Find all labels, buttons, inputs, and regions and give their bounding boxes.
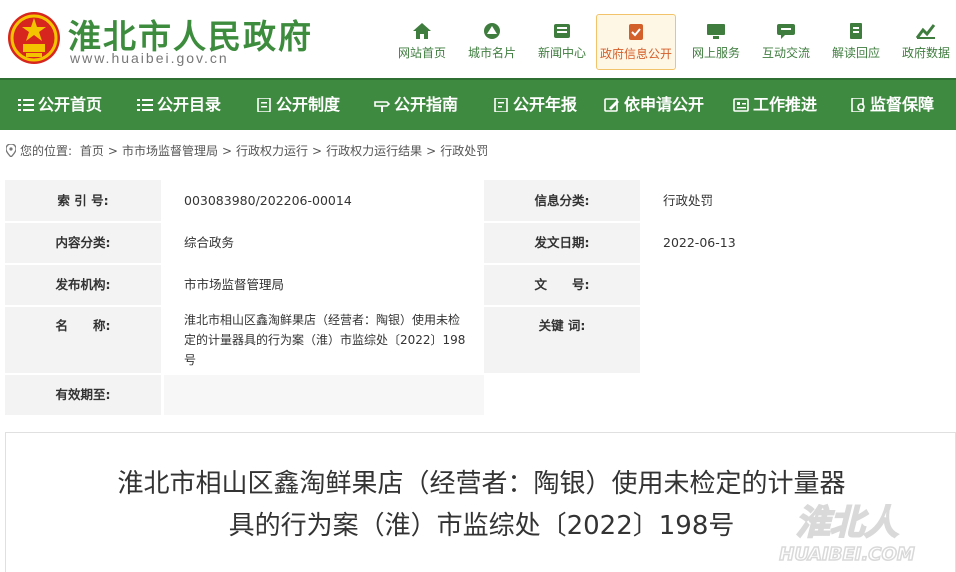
breadcrumb-item-power[interactable]: 行政权力运行	[236, 144, 308, 158]
index-value: 003083980/202206-00014	[164, 180, 484, 221]
main-nav: 公开首页 公开目录 公开制度 公开指南 公开年报 依申请公开 工作推进 监督保障	[0, 78, 956, 130]
mainnav-label: 公开指南	[394, 95, 459, 114]
breadcrumb: 您的位置: 首页 > 市市场监督管理局 > 行政权力运行 > 行政权力运行结果 > 行政处罚	[6, 142, 488, 159]
site-header: 淮北市人民政府 www.huaibei.gov.cn 网站首页 城市名片 新闻中…	[0, 0, 956, 78]
guide-icon	[374, 101, 390, 112]
topnav-label: 城市名片	[467, 46, 516, 60]
news-icon	[554, 24, 570, 38]
topnav-gov-info[interactable]: 政府信息公开	[596, 14, 676, 70]
mainnav-public-guide[interactable]: 公开指南	[374, 80, 458, 130]
article-title-line: 具的行为案（淮）市监综处〔2022〕198号	[228, 511, 735, 541]
breadcrumb-prefix: 您的位置:	[20, 144, 73, 158]
category-value: 行政处罚	[643, 180, 956, 221]
site-url: www.huaibei.gov.cn	[70, 50, 229, 66]
breadcrumb-separator: >	[312, 144, 323, 158]
content-category-value: 综合政务	[164, 223, 484, 263]
mainnav-label: 公开首页	[38, 95, 103, 114]
mainnav-public-system[interactable]: 公开制度	[256, 80, 340, 130]
gov-info-icon	[629, 24, 643, 40]
topnav-label: 解读回应	[831, 46, 880, 60]
name-value-line: 淮北市相山区鑫淘鲜果店（经营者：陶银）使用未检	[184, 313, 461, 327]
list-icon	[18, 99, 34, 111]
mainnav-public-catalog[interactable]: 公开目录	[137, 80, 221, 130]
progress-icon	[733, 98, 749, 112]
topnav-gov-data[interactable]: 政府数据	[888, 14, 956, 70]
content-category-label: 内容分类:	[5, 223, 161, 263]
mainnav-label: 公开制度	[276, 95, 341, 114]
keywords-value	[643, 307, 956, 373]
topnav-label: 网站首页	[397, 46, 446, 60]
location-pin-icon	[6, 144, 16, 157]
topnav-city-card[interactable]: 城市名片	[454, 14, 530, 70]
mainnav-apply-disclosure[interactable]: 依申请公开	[604, 80, 704, 130]
monitor-icon	[707, 24, 725, 39]
article-title-line: 淮北市相山区鑫淘鲜果店（经营者：陶银）使用未检定的计量器	[117, 469, 846, 499]
mainnav-label: 工作推进	[753, 95, 818, 114]
name-value: 淮北市相山区鑫淘鲜果店（经营者：陶银）使用未检 定的计量器具的行为案（淮）市监综…	[164, 307, 484, 373]
breadcrumb-separator: >	[221, 144, 233, 158]
docno-value	[643, 265, 956, 305]
org-value: 市市场监督管理局	[164, 265, 484, 305]
city-card-icon	[484, 23, 500, 39]
document-icon	[850, 23, 862, 39]
valid-until-label: 有效期至:	[5, 375, 161, 415]
article-box: 淮北市相山区鑫淘鲜果店（经营者：陶银）使用未检定的计量器 具的行为案（淮）市监综…	[5, 432, 956, 572]
article-title: 淮北市相山区鑫淘鲜果店（经营者：陶银）使用未检定的计量器 具的行为案（淮）市监综…	[6, 463, 956, 547]
topnav-home[interactable]: 网站首页	[384, 14, 460, 70]
topnav-label: 网上服务	[691, 46, 740, 60]
topnav-news[interactable]: 新闻中心	[524, 14, 600, 70]
report-icon	[494, 98, 508, 112]
mainnav-work-progress[interactable]: 工作推进	[733, 80, 817, 130]
category-label: 信息分类:	[484, 180, 640, 221]
docno-label: 文 号:	[484, 265, 640, 305]
topnav-interaction[interactable]: 互动交流	[748, 14, 824, 70]
mainnav-label: 公开年报	[513, 95, 578, 114]
breadcrumb-item-result[interactable]: 行政权力运行结果	[326, 144, 422, 158]
date-label: 发文日期:	[484, 223, 640, 263]
breadcrumb-item-penalty[interactable]: 行政处罚	[440, 144, 488, 158]
home-icon	[413, 23, 431, 39]
mainnav-label: 监督保障	[870, 95, 935, 114]
breadcrumb-separator: >	[426, 144, 437, 158]
topnav-label: 政府数据	[901, 46, 950, 60]
national-emblem-logo[interactable]	[6, 8, 62, 68]
list-icon	[137, 99, 153, 111]
keywords-label: 关键 词:	[484, 307, 640, 373]
date-value: 2022-06-13	[643, 223, 956, 263]
data-chart-icon	[916, 24, 936, 39]
edit-icon	[604, 98, 619, 112]
topnav-interpretation[interactable]: 解读回应	[818, 14, 894, 70]
name-value-line: 号	[184, 353, 197, 367]
topnav-label: 互动交流	[761, 46, 810, 60]
mainnav-public-home[interactable]: 公开首页	[18, 80, 102, 130]
name-value-line: 定的计量器具的行为案（淮）市监综处〔2022〕198	[184, 333, 466, 347]
mainnav-label: 依申请公开	[624, 95, 705, 114]
valid-until-value	[164, 375, 484, 415]
file-icon	[257, 98, 271, 112]
topnav-label: 新闻中心	[537, 46, 586, 60]
index-label: 索 引 号:	[5, 180, 161, 221]
chat-icon	[777, 24, 795, 39]
topnav-label: 政府信息公开	[599, 47, 672, 61]
shield-icon	[851, 98, 865, 112]
mainnav-supervision[interactable]: 监督保障	[850, 80, 934, 130]
name-label: 名 称:	[5, 307, 161, 373]
breadcrumb-item-bureau[interactable]: 市市场监督管理局	[122, 144, 218, 158]
mainnav-label: 公开目录	[157, 95, 222, 114]
breadcrumb-item-home[interactable]: 首页	[80, 144, 104, 158]
breadcrumb-separator: >	[107, 144, 118, 158]
org-label: 发布机构:	[5, 265, 161, 305]
topnav-online-service[interactable]: 网上服务	[678, 14, 754, 70]
mainnav-public-report[interactable]: 公开年报	[493, 80, 577, 130]
